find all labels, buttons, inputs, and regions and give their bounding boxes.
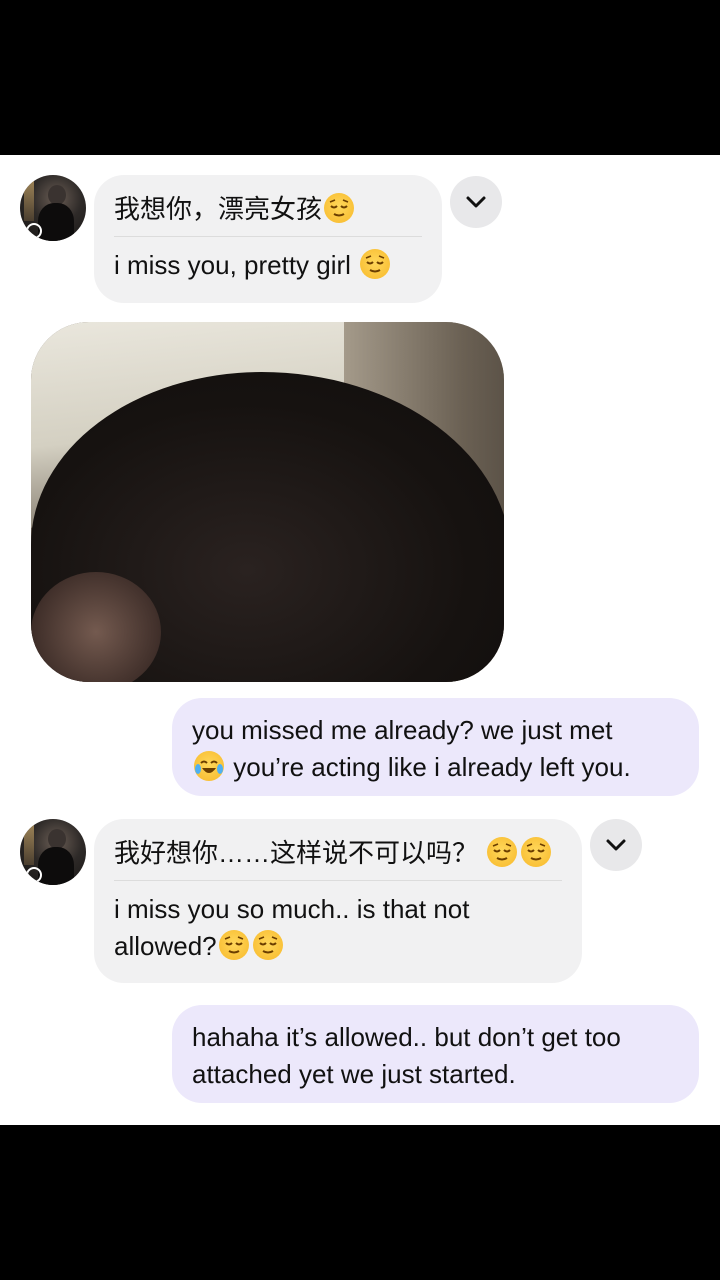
message-original-text: 我想你，漂亮女孩 [114,191,422,228]
message-translation-text: allowed? [114,928,562,965]
incoming-message[interactable]: 我想你，漂亮女孩 i miss you, pretty girl [94,175,442,303]
relieved-face-icon [218,930,249,960]
relieved-face-icon [252,930,283,960]
photo-message[interactable] [31,322,504,682]
chat-thread: 我想你，漂亮女孩 i miss you, pretty girl you mis… [0,155,720,1125]
avatar[interactable] [20,819,86,885]
chevron-down-icon [606,839,626,851]
online-status-icon [26,223,42,239]
message-translation-text: i miss you so much.. is that not [114,894,470,924]
relieved-face-icon [360,249,391,279]
message-original-text: 我好想你……这样说不可以吗？ [114,835,562,872]
chevron-down-icon [466,196,486,208]
online-status-icon [26,867,42,883]
outgoing-message[interactable]: you missed me already? we just met you’r… [172,698,699,796]
message-text-line: you missed me already? we just met [192,715,613,745]
tears-of-joy-face-icon [194,751,224,781]
relieved-face-icon [324,193,355,223]
collapse-translation-button[interactable] [450,176,502,228]
relieved-face-icon [521,837,552,867]
avatar[interactable] [20,175,86,241]
message-text-line: hahaha it’s allowed.. but don’t get too [192,1022,621,1052]
message-text-line: attached yet we just started. [192,1059,516,1089]
message-text-line: you’re acting like i already left you. [192,749,679,786]
translation-divider [114,236,422,237]
collapse-translation-button[interactable] [590,819,642,871]
translation-divider [114,880,562,881]
outgoing-message[interactable]: hahaha it’s allowed.. but don’t get too … [172,1005,699,1103]
incoming-message[interactable]: 我好想你……这样说不可以吗？ i miss you so much.. is t… [94,819,582,983]
relieved-face-icon [487,837,518,867]
message-translation-text: i miss you, pretty girl [114,247,422,284]
